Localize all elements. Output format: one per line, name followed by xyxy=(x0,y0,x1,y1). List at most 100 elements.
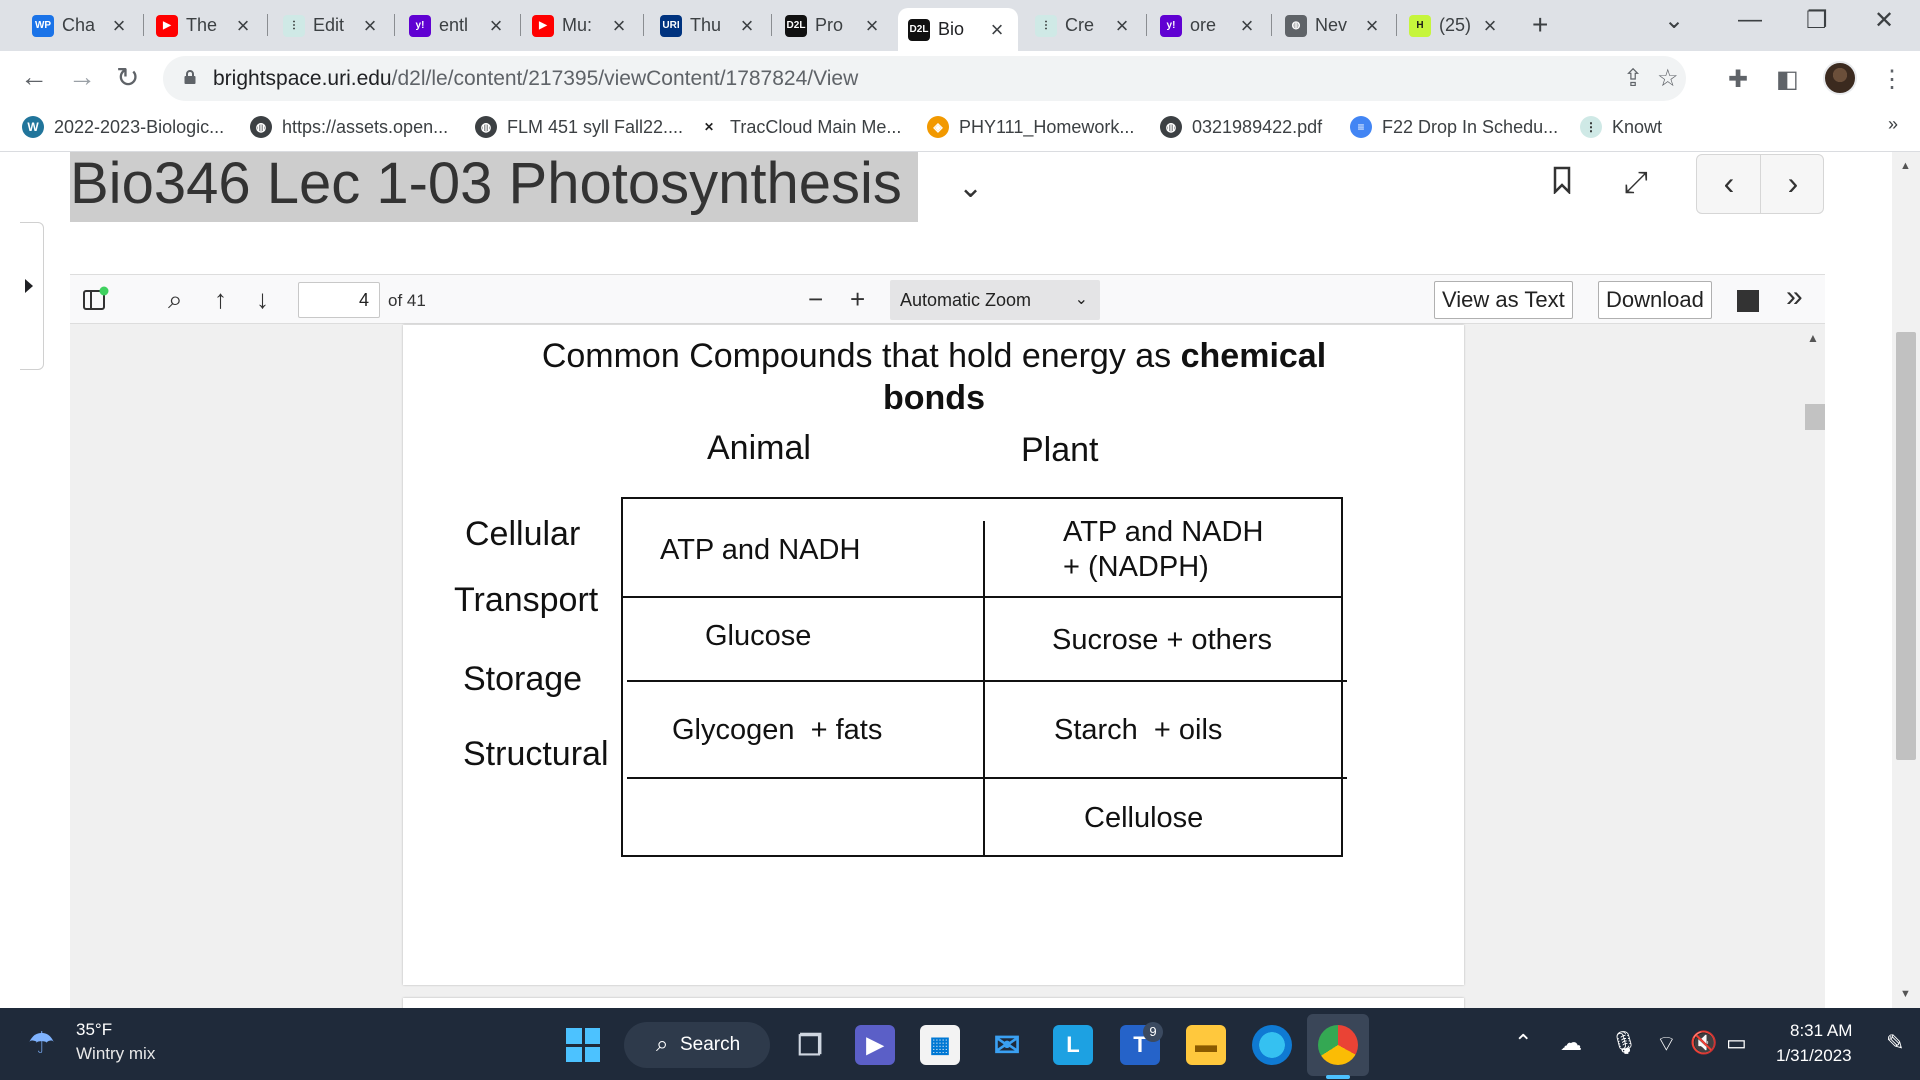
browser-tab[interactable]: H (25) × xyxy=(1399,8,1511,43)
new-tab-button[interactable]: + xyxy=(1532,9,1548,41)
sidebar-toggle-icon[interactable] xyxy=(82,286,110,314)
browser-tab[interactable]: ▶ The × xyxy=(146,8,264,43)
browser-tab[interactable]: D2L Pro × xyxy=(775,8,893,43)
reload-button[interactable]: ↻ xyxy=(116,61,139,94)
browser-tab[interactable]: ▶ Mu: × xyxy=(522,8,640,43)
tab-close-icon[interactable]: × xyxy=(1111,13,1133,39)
tab-close-icon[interactable]: × xyxy=(232,13,254,39)
tools-more-icon[interactable]: » xyxy=(1786,280,1803,314)
tab-close-icon[interactable]: × xyxy=(608,13,630,39)
content-sidebar-toggle[interactable] xyxy=(20,222,44,370)
notifications-icon[interactable]: ✎ xyxy=(1886,1030,1904,1056)
taskbar-search[interactable]: Search xyxy=(624,1022,770,1068)
browser-tab[interactable]: WP Cha × xyxy=(22,8,140,43)
clock-date[interactable]: 1/31/2023 xyxy=(1776,1046,1852,1066)
tab-close-icon[interactable]: × xyxy=(359,13,381,39)
url-text[interactable]: brightspace.uri.edu/d2l/le/content/21739… xyxy=(213,67,858,91)
download-button[interactable]: Download xyxy=(1598,281,1712,319)
chrome-icon[interactable] xyxy=(1318,1025,1358,1065)
tab-search-chevron-icon[interactable]: ⌄ xyxy=(1664,6,1684,35)
tab-close-icon[interactable]: × xyxy=(485,13,507,39)
tab-label: Mu: xyxy=(562,15,593,35)
zoom-out-button[interactable]: − xyxy=(808,284,823,315)
share-icon[interactable]: ⇪ xyxy=(1623,64,1643,93)
l-app-icon[interactable]: L xyxy=(1053,1025,1093,1065)
previous-page-up-arrow-icon[interactable]: ↑ xyxy=(214,284,227,315)
table-column-divider xyxy=(983,521,985,857)
onedrive-cloud-icon[interactable]: ☁ xyxy=(1560,1030,1582,1056)
forward-button[interactable]: → xyxy=(68,61,96,93)
browser-tab[interactable]: y! entl × xyxy=(399,8,517,43)
microphone-icon[interactable]: 🎙 xyxy=(1610,1030,1638,1056)
fullscreen-icon[interactable]: ⤢ xyxy=(1624,166,1648,200)
teams-chat-icon[interactable]: ▶ xyxy=(855,1025,895,1065)
browser-tab[interactable]: D2L Bio × xyxy=(898,8,1018,51)
tray-overflow-chevron-icon[interactable]: ⌃ xyxy=(1514,1030,1532,1056)
bookmark-item[interactable]: W 2022-2023-Biologic... xyxy=(22,116,224,138)
weather-temperature[interactable]: 35°F xyxy=(76,1020,112,1040)
tab-close-icon[interactable]: × xyxy=(1479,13,1501,39)
tab-close-icon[interactable]: × xyxy=(108,13,130,39)
mail-icon[interactable]: ✉ xyxy=(987,1025,1027,1065)
close-window-button[interactable]: ✕ xyxy=(1874,6,1894,35)
edge-browser-icon[interactable] xyxy=(1252,1025,1292,1065)
lock-icon[interactable] xyxy=(183,70,197,84)
extensions-puzzle-icon[interactable]: ✚ xyxy=(1728,65,1748,94)
zoom-in-button[interactable]: + xyxy=(850,284,865,315)
zoom-value: Automatic Zoom xyxy=(900,290,1032,310)
battery-icon[interactable]: ▭ xyxy=(1726,1030,1747,1056)
bookmark-item[interactable]: ◈ PHY111_Homework... xyxy=(927,116,1134,138)
minimize-button[interactable]: — xyxy=(1738,6,1762,34)
side-panel-icon[interactable]: ◧ xyxy=(1776,65,1799,94)
speaker-muted-icon[interactable]: 🔇 xyxy=(1690,1030,1717,1056)
previous-topic-button[interactable]: ‹ xyxy=(1697,165,1761,202)
weather-umbrella-icon[interactable]: ☂ xyxy=(28,1026,55,1061)
chrome-menu-icon[interactable]: ⋮ xyxy=(1880,65,1904,94)
page-number-input[interactable]: 4 xyxy=(298,282,380,318)
bookmark-item[interactable]: ≡ F22 Drop In Schedu... xyxy=(1350,116,1558,138)
browser-tab[interactable]: ◍ Nev × xyxy=(1275,8,1393,43)
page-scrollbar[interactable]: ▲ ▼ xyxy=(1892,152,1920,1008)
bookmark-document-icon[interactable] xyxy=(1552,166,1572,194)
scroll-up-arrow-icon[interactable]: ▲ xyxy=(1900,160,1911,172)
profile-avatar[interactable] xyxy=(1823,61,1857,95)
tab-close-icon[interactable]: × xyxy=(1236,13,1258,39)
tab-close-icon[interactable]: × xyxy=(1361,13,1383,39)
find-search-icon[interactable]: ⌕ xyxy=(168,284,183,316)
browser-tab[interactable]: y! ore × xyxy=(1150,8,1268,43)
bookmark-item[interactable]: ⋮ Knowt xyxy=(1580,116,1662,138)
browser-tab[interactable]: URI Thu × xyxy=(650,8,768,43)
bookmark-item[interactable]: ◍ FLM 451 syll Fall22.... xyxy=(475,116,683,138)
address-bar[interactable]: brightspace.uri.edu/d2l/le/content/21739… xyxy=(163,56,1686,101)
back-button[interactable]: ← xyxy=(20,61,48,93)
task-view-icon[interactable]: ❐ xyxy=(790,1025,830,1065)
next-page-down-arrow-icon[interactable]: ↓ xyxy=(256,284,269,315)
clock-time[interactable]: 8:31 AM xyxy=(1790,1021,1852,1041)
bookmarks-overflow-button[interactable]: » xyxy=(1888,114,1898,135)
scroll-up-arrow-icon[interactable]: ▲ xyxy=(1807,331,1819,345)
microsoft-store-icon[interactable]: ▦ xyxy=(920,1025,960,1065)
file-explorer-icon[interactable]: ▬ xyxy=(1186,1025,1226,1065)
restore-button[interactable]: ❐ xyxy=(1806,6,1828,35)
title-chevron-down-icon[interactable]: ⌄ xyxy=(958,170,983,205)
pdf-scrollbar[interactable]: ▲ xyxy=(1797,325,1825,1008)
windows-start-icon[interactable] xyxy=(566,1028,600,1062)
pdf-scrollbar-thumb[interactable] xyxy=(1805,404,1825,430)
browser-tab[interactable]: ⋮ Cre × xyxy=(1025,8,1143,43)
bookmark-item[interactable]: ◍ 0321989422.pdf xyxy=(1160,116,1322,138)
bookmark-star-icon[interactable]: ☆ xyxy=(1657,64,1679,93)
wifi-icon[interactable]: ⌔ xyxy=(1656,1030,1677,1058)
bookmark-item[interactable]: ◍ https://assets.open... xyxy=(250,116,448,138)
scroll-down-arrow-icon[interactable]: ▼ xyxy=(1900,988,1911,1000)
zoom-select[interactable]: Automatic Zoom ⌄ xyxy=(890,280,1100,320)
page-scrollbar-thumb[interactable] xyxy=(1896,332,1916,760)
tab-close-icon[interactable]: × xyxy=(861,13,883,39)
view-as-text-button[interactable]: View as Text xyxy=(1434,281,1573,319)
tab-close-icon[interactable]: × xyxy=(736,13,758,39)
bookmark-item[interactable]: ✕ TracCloud Main Me... xyxy=(698,116,901,138)
tab-close-icon[interactable]: × xyxy=(986,17,1008,43)
weather-description[interactable]: Wintry mix xyxy=(76,1044,155,1064)
next-topic-button[interactable]: › xyxy=(1761,165,1825,202)
browser-tab[interactable]: ⋮ Edit × xyxy=(273,8,391,43)
presentation-mode-icon[interactable] xyxy=(1737,290,1759,312)
